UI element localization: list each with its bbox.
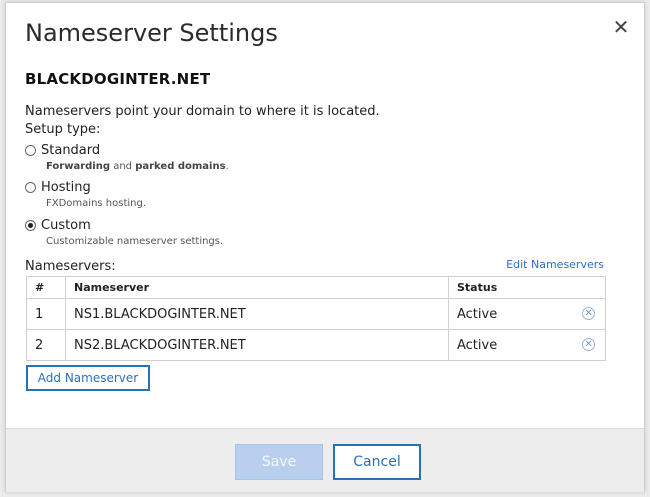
table-header-row: # Nameserver Status (26, 276, 606, 299)
radio-hosting[interactable] (25, 182, 36, 193)
row-nameserver: NS2.BLACKDOGINTER.NET (65, 329, 449, 361)
add-nameserver-button[interactable]: Add Nameserver (26, 365, 150, 391)
radio-custom[interactable] (25, 220, 36, 231)
table-row: 1 NS1.BLACKDOGINTER.NET Active ✕ (26, 298, 606, 330)
radio-standard[interactable] (25, 145, 36, 156)
option-label: Custom (41, 218, 91, 233)
edit-nameservers-link[interactable]: Edit Nameservers (506, 258, 604, 271)
row-status-cell: Active ✕ (448, 298, 606, 330)
setup-option-hosting[interactable]: Hosting FXDomains hosting. (25, 180, 146, 209)
table-row: 2 NS2.BLACKDOGINTER.NET Active ✕ (26, 329, 606, 361)
header-nameserver: Nameserver (65, 276, 449, 299)
row-number: 1 (26, 298, 66, 330)
option-description: FXDomains hosting. (46, 198, 147, 209)
row-number: 2 (26, 329, 66, 361)
dialog-title: Nameserver Settings (25, 19, 278, 47)
close-icon[interactable]: ✕ (611, 17, 631, 37)
setup-type-label: Setup type: (25, 122, 101, 137)
setup-option-custom[interactable]: Custom Customizable nameserver settings. (25, 218, 223, 247)
nameservers-label: Nameservers: (25, 259, 116, 274)
row-nameserver: NS1.BLACKDOGINTER.NET (65, 298, 449, 330)
nameservers-table: # Nameserver Status 1 NS1.BLACKDOGINTER.… (26, 276, 606, 361)
row-status: Active (457, 337, 498, 353)
header-status: Status (448, 276, 606, 299)
nameserver-settings-dialog: Nameserver Settings ✕ BLACKDOGINTER.NET … (5, 2, 645, 492)
option-description: Forwarding and parked domains. (46, 161, 229, 172)
row-status: Active (457, 306, 498, 322)
setup-option-standard[interactable]: Standard Forwarding and parked domains. (25, 143, 229, 172)
header-number: # (26, 276, 66, 299)
option-description: Customizable nameserver settings. (46, 236, 224, 247)
save-button[interactable]: Save (235, 444, 323, 480)
row-status-cell: Active ✕ (448, 329, 606, 361)
option-label: Hosting (41, 180, 91, 195)
domain-name: BLACKDOGINTER.NET (25, 70, 211, 88)
option-label: Standard (41, 143, 101, 158)
remove-circle-icon[interactable]: ✕ (582, 307, 595, 320)
intro-text: Nameservers point your domain to where i… (25, 104, 380, 119)
cancel-button[interactable]: Cancel (333, 444, 421, 480)
remove-circle-icon[interactable]: ✕ (582, 338, 595, 351)
dialog-footer: Save Cancel (6, 428, 644, 492)
